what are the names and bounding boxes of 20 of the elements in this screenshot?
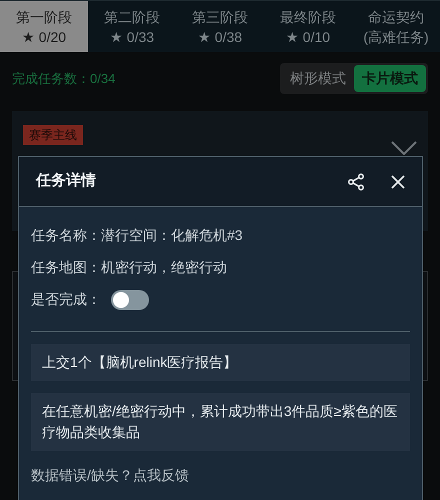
requirement-item: 在任意机密/绝密行动中，累计成功带出3件品质≥紫色的医疗物品类收集品 [31, 393, 410, 451]
chevron-down-icon [391, 141, 417, 155]
close-icon[interactable] [391, 174, 405, 188]
feedback-link[interactable]: 数据错误/缺失？点我反馈 [31, 465, 410, 486]
detail-field: 任务名称：潜行空间：化解危机#3 [31, 225, 410, 245]
stage-tab[interactable]: 第二阶段 ★ 0/33 [88, 1, 176, 52]
stage-tab[interactable]: 第三阶段 ★ 0/38 [176, 1, 264, 52]
dialog-title: 任务详情 [36, 171, 96, 192]
stage-tab[interactable]: 最终阶段 ★ 0/10 [264, 1, 352, 52]
completed-switch[interactable] [111, 290, 149, 310]
progress-count: 完成任务数：0/34 [12, 70, 116, 88]
requirement-item: 上交1个【脑机relink医疗报告】 [31, 344, 410, 381]
share-icon[interactable] [347, 172, 365, 190]
tag: 赛季主线 [23, 125, 83, 145]
completed-label: 是否完成： [31, 290, 101, 309]
view-mode-option[interactable]: 卡片模式 [354, 65, 426, 92]
detail-field: 任务地图：机密行动，绝密行动 [31, 257, 410, 277]
stage-tab[interactable]: 命运契约 (高难任务) [352, 1, 440, 52]
stage-tab[interactable]: 第一阶段 ★ 0/20 [0, 1, 88, 52]
view-mode-option[interactable]: 树形模式 [282, 65, 354, 92]
